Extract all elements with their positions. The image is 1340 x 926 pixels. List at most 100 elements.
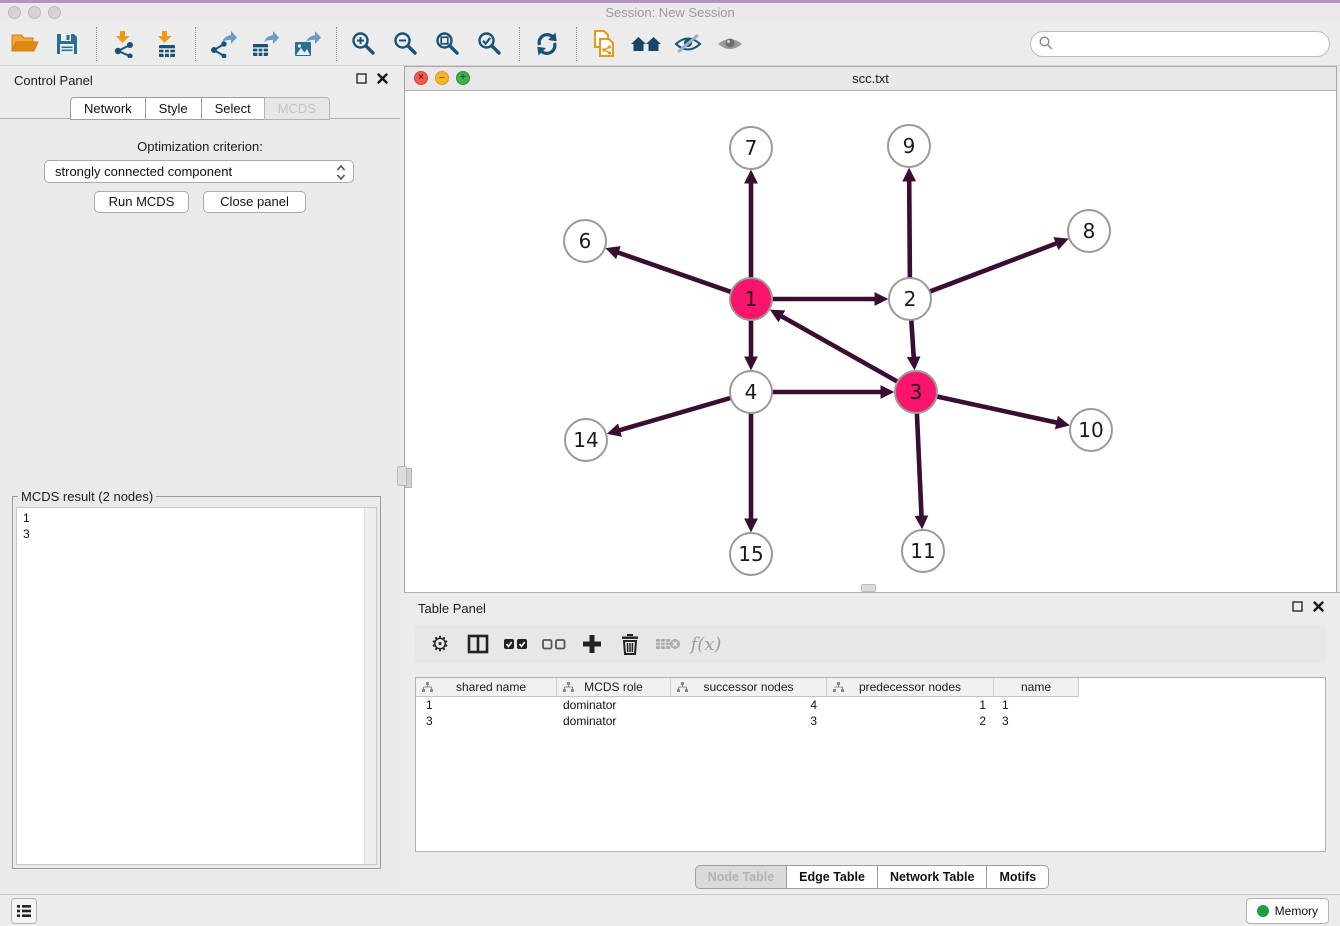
cell-name[interactable]: 3 bbox=[994, 713, 1079, 729]
close-panel-button[interactable]: Close panel bbox=[203, 191, 306, 213]
svg-text:1: 1 bbox=[745, 287, 758, 311]
mcds-result-legend: MCDS result (2 nodes) bbox=[18, 489, 156, 504]
refresh-layout-icon[interactable] bbox=[530, 27, 564, 61]
edge-1-6[interactable] bbox=[618, 253, 733, 293]
show-details-eye-icon[interactable] bbox=[713, 27, 747, 61]
tab-edge-table[interactable]: Edge Table bbox=[786, 865, 877, 889]
main-toolbar bbox=[0, 22, 1340, 66]
cell-mcds-role[interactable]: dominator bbox=[557, 713, 671, 729]
table-row[interactable]: 1 dominator 4 1 1 bbox=[416, 697, 1325, 713]
split-panel-icon[interactable] bbox=[465, 631, 491, 657]
control-panel: Control Panel Network Style Select MCDS … bbox=[0, 66, 400, 888]
tab-style[interactable]: Style bbox=[145, 97, 201, 120]
export-network-icon[interactable] bbox=[206, 27, 240, 61]
cell-predecessor-nodes[interactable]: 2 bbox=[827, 713, 994, 729]
node-14[interactable]: 14 bbox=[565, 419, 607, 461]
zoom-fit-icon[interactable] bbox=[431, 27, 465, 61]
toolbar-separator bbox=[336, 27, 337, 61]
optimization-criterion-select[interactable]: strongly connected component bbox=[44, 160, 354, 183]
optimization-criterion-label: Optimization criterion: bbox=[0, 139, 400, 154]
result-scrollbar[interactable] bbox=[364, 508, 376, 864]
search-input[interactable] bbox=[1030, 31, 1330, 57]
node-11[interactable]: 11 bbox=[902, 530, 944, 572]
gear-icon[interactable]: ⚙ bbox=[427, 631, 453, 657]
cell-predecessor-nodes[interactable]: 1 bbox=[827, 697, 994, 713]
column-header-name[interactable]: name bbox=[994, 678, 1079, 697]
node-6[interactable]: 6 bbox=[564, 220, 606, 262]
cell-shared-name[interactable]: 1 bbox=[416, 697, 557, 713]
network-canvas[interactable]: 7 9 6 8 1 2 4 3 14 10 15 11 bbox=[405, 91, 1336, 592]
node-8[interactable]: 8 bbox=[1068, 210, 1110, 252]
copy-annotation-icon[interactable] bbox=[587, 27, 621, 61]
export-table-icon[interactable] bbox=[248, 27, 282, 61]
tab-network-table[interactable]: Network Table bbox=[877, 865, 987, 889]
import-network-icon[interactable] bbox=[107, 27, 141, 61]
table-row[interactable]: 3 dominator 3 2 3 bbox=[416, 713, 1325, 729]
horizontal-splitter-grip[interactable] bbox=[861, 584, 876, 592]
cell-mcds-role[interactable]: dominator bbox=[557, 697, 671, 713]
svg-text:11: 11 bbox=[910, 539, 935, 563]
add-column-icon[interactable] bbox=[579, 631, 605, 657]
node-2[interactable]: 2 bbox=[889, 278, 931, 320]
import-table-icon[interactable] bbox=[149, 27, 183, 61]
edge-2-9[interactable] bbox=[909, 181, 910, 280]
svg-text:4: 4 bbox=[745, 380, 758, 404]
cell-successor-nodes[interactable]: 3 bbox=[671, 713, 827, 729]
node-1[interactable]: 1 bbox=[730, 278, 772, 320]
node-15[interactable]: 15 bbox=[730, 533, 772, 575]
save-session-icon[interactable] bbox=[50, 27, 84, 61]
column-header-shared-name[interactable]: shared name bbox=[416, 678, 557, 697]
memory-button[interactable]: Memory bbox=[1246, 898, 1329, 924]
edge-2-3[interactable] bbox=[911, 318, 914, 357]
cell-successor-nodes[interactable]: 4 bbox=[671, 697, 827, 713]
float-panel-icon[interactable] bbox=[356, 73, 367, 84]
edge-2-8[interactable] bbox=[928, 243, 1057, 292]
node-9[interactable]: 9 bbox=[888, 125, 930, 167]
tab-select[interactable]: Select bbox=[201, 97, 264, 120]
svg-text:2: 2 bbox=[904, 287, 917, 311]
zoom-selected-icon[interactable] bbox=[473, 27, 507, 61]
edge-4-14[interactable] bbox=[620, 397, 733, 430]
column-header-successor-nodes[interactable]: successor nodes bbox=[671, 678, 827, 697]
node-3[interactable]: 3 bbox=[895, 371, 937, 413]
cell-name[interactable]: 1 bbox=[994, 697, 1079, 713]
network-window-titlebar[interactable]: × – + scc.txt bbox=[405, 67, 1336, 91]
tab-node-table[interactable]: Node Table bbox=[695, 865, 786, 889]
deselect-all-icon[interactable] bbox=[541, 631, 567, 657]
zoom-out-icon[interactable] bbox=[389, 27, 423, 61]
zoom-in-icon[interactable] bbox=[347, 27, 381, 61]
vertical-splitter-grip[interactable] bbox=[397, 466, 407, 486]
export-image-icon[interactable] bbox=[290, 27, 324, 61]
home-icon[interactable] bbox=[629, 27, 663, 61]
hide-details-eye-icon[interactable] bbox=[671, 27, 705, 61]
task-history-button[interactable] bbox=[11, 898, 37, 924]
open-session-icon[interactable] bbox=[8, 27, 42, 61]
tab-network[interactable]: Network bbox=[70, 97, 145, 120]
edge-3-10[interactable] bbox=[935, 396, 1057, 423]
tab-mcds[interactable]: MCDS bbox=[264, 97, 330, 120]
close-panel-icon[interactable] bbox=[377, 73, 388, 84]
column-header-predecessor-nodes[interactable]: predecessor nodes bbox=[827, 678, 994, 697]
memory-status-icon bbox=[1257, 905, 1269, 917]
cell-shared-name[interactable]: 3 bbox=[416, 713, 557, 729]
close-table-panel-icon[interactable] bbox=[1313, 601, 1324, 612]
window-title: Session: New Session bbox=[0, 5, 1340, 20]
column-header-mcds-role[interactable]: MCDS role bbox=[557, 678, 671, 697]
svg-text:6: 6 bbox=[579, 229, 592, 253]
edge-3-11[interactable] bbox=[917, 411, 922, 516]
function-builder-icon[interactable]: f(x) bbox=[693, 631, 719, 657]
edge-3-1[interactable] bbox=[782, 316, 900, 383]
float-table-panel-icon[interactable] bbox=[1292, 601, 1303, 612]
select-all-icon[interactable] bbox=[503, 631, 529, 657]
mcds-result-area[interactable]: 1 3 bbox=[16, 507, 377, 865]
app-window: Session: New Session bbox=[0, 0, 1340, 926]
svg-text:3: 3 bbox=[910, 380, 923, 404]
run-mcds-button[interactable]: Run MCDS bbox=[94, 191, 189, 213]
node-4[interactable]: 4 bbox=[730, 371, 772, 413]
tab-motifs[interactable]: Motifs bbox=[986, 865, 1049, 889]
delete-table-icon[interactable] bbox=[655, 631, 681, 657]
node-10[interactable]: 10 bbox=[1070, 409, 1112, 451]
node-table: shared name MCDS role successor nodes pr… bbox=[415, 677, 1326, 852]
node-7[interactable]: 7 bbox=[730, 127, 772, 169]
delete-column-icon[interactable] bbox=[617, 631, 643, 657]
